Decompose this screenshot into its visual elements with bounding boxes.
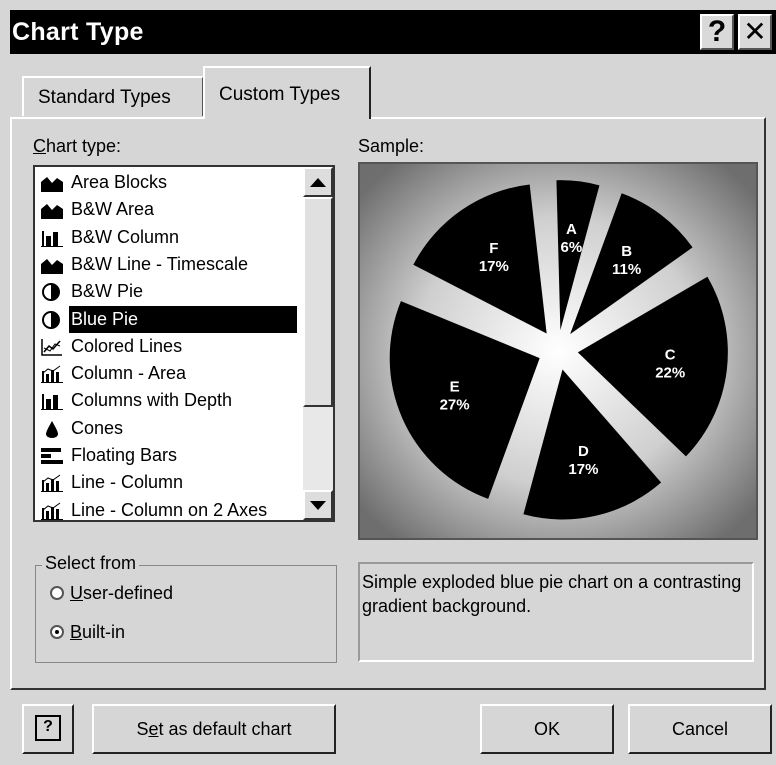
area-chart-icon [41,255,63,274]
tab-standard-types-label: Standard Types [38,87,171,108]
list-item-label: B&W Column [71,226,180,247]
question-mark-icon: ? [707,15,727,48]
list-item[interactable]: B&W Area [35,196,297,223]
pie-category-label: C [665,346,676,363]
list-item-label: Floating Bars [71,445,178,465]
triangle-down-icon [310,501,326,510]
pie-category-label: E [450,379,460,396]
list-item[interactable]: Column - Area [35,360,297,387]
list-item[interactable]: Area Blocks [35,169,297,196]
pie-percent-label: 17% [568,461,598,478]
chart-description: Simple exploded blue pie chart on a cont… [358,562,754,662]
chart-type-dialog: Chart Type ? ✕ Standard Types Custom Typ… [0,0,776,765]
help-title-button[interactable]: ? [700,14,734,50]
bar-chart-icon [41,446,63,464]
radio-user-defined[interactable]: User-defined [50,583,173,604]
column-chart-icon [41,391,63,411]
pie-percent-label: 6% [561,239,583,256]
area-chart-icon [41,200,63,220]
pie-category-label: B [621,243,632,260]
cancel-button[interactable]: Cancel [628,704,772,754]
list-item[interactable]: Colored Lines [35,333,297,360]
list-item[interactable]: Line - Column [35,469,297,496]
column-area-chart-icon [41,364,63,384]
list-item-label: B&W Line - Timescale [71,253,249,274]
list-item-label: Cones [71,417,124,438]
column-area-chart-icon [41,501,63,520]
line-chart-icon [41,337,63,356]
pie-category-label: A [566,221,577,238]
sample-label: Sample: [358,136,425,156]
pie-percent-label: 11% [612,261,641,278]
help-button[interactable]: ? [22,704,74,754]
tab-custom-types-label: Custom Types [219,84,341,105]
list-item-label: Line - Column on 2 Axes [71,499,268,520]
vertical-scrollbar[interactable] [303,167,333,520]
title-bar[interactable]: Chart Type ? ✕ [10,10,776,54]
list-item-label: Line - Column [71,472,184,493]
chart-type-label: Chart type: [33,136,122,156]
pie-percent-label: 22% [655,364,685,381]
tab-custom-types[interactable]: Custom Types [203,66,371,119]
list-item[interactable]: B&W Pie [35,278,297,305]
tab-standard-types[interactable]: Standard Types [22,76,204,116]
dialog-title: Chart Type [12,18,144,46]
pie-chart-icon [41,310,63,329]
set-as-default-chart-button[interactable]: Set as default chart [92,704,336,754]
sample-pie-chart: A6% B11%C22%D17%E27%F17% [360,164,756,538]
list-item[interactable]: Columns with Depth [35,387,297,414]
scroll-down-button[interactable] [303,490,333,520]
column-area-chart-icon [41,473,63,493]
pie-category-label: D [578,443,589,460]
column-chart-icon [41,228,63,247]
list-item-label: B&W Area [71,199,155,220]
list-item-label: Columns with Depth [71,390,233,411]
triangle-up-icon [310,178,326,187]
list-item-label: Area Blocks [71,172,168,192]
list-item[interactable]: B&W Column [35,224,297,251]
close-icon: ✕ [743,16,767,47]
list-item[interactable]: Blue Pie [35,305,297,333]
list-item-label: B&W Pie [71,281,144,302]
list-item-label: Blue Pie [69,305,297,333]
pie-percent-label: 27% [440,397,470,414]
radio-circle-icon [50,586,64,600]
scroll-up-button[interactable] [303,167,333,197]
pie-percent-label: 17% [479,258,509,275]
close-button[interactable]: ✕ [738,14,772,50]
help-icon: ? [35,715,61,742]
pie-category-label: F [489,240,498,257]
list-item-label: Colored Lines [71,335,183,356]
select-from-legend: Select from [42,553,140,574]
sample-preview: A 6% B 11% C 22% D 17% E 27% F 17% [358,162,758,540]
cone-chart-icon [41,419,63,438]
scroll-thumb[interactable] [303,197,333,407]
list-item[interactable]: Floating Bars [35,442,297,469]
area-chart-icon [41,173,63,192]
radio-built-in[interactable]: Built-in [50,622,125,643]
list-item[interactable]: Cones [35,415,297,442]
chart-type-listbox[interactable]: Area Blocks B&W Area B&W Column B&W Line - … [33,165,335,522]
list-item[interactable]: Line - Column on 2 Axes [35,497,297,524]
ok-button[interactable]: OK [480,704,614,754]
pie-chart-icon [41,282,63,302]
radio-checked-icon [50,625,64,639]
list-item[interactable]: B&W Line - Timescale [35,251,297,278]
list-item-label: Column - Area [71,363,187,384]
select-from-group: Select from User-defined Built-in [35,553,337,663]
